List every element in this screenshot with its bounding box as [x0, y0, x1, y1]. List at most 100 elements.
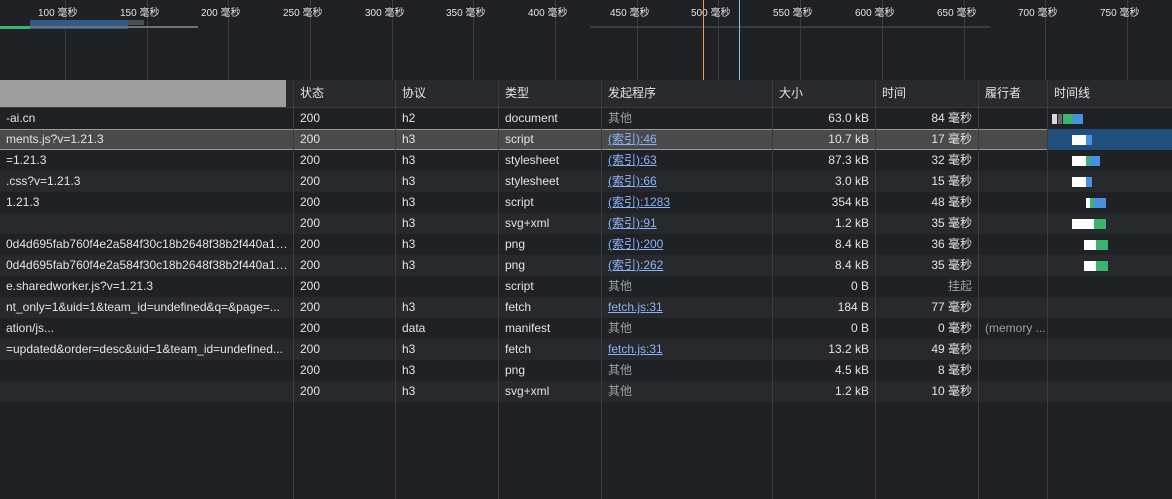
time-cell: 挂起 — [947, 279, 972, 293]
timeline-overview[interactable]: 100 毫秒 150 毫秒 200 毫秒 250 毫秒 300 毫秒 350 毫秒 400 … — [0, 0, 1172, 80]
dom-content-loaded-marker — [703, 0, 704, 80]
type-cell: fetch — [505, 342, 532, 356]
waterfall-segment — [1073, 114, 1083, 124]
waterfall-cell — [1048, 255, 1172, 276]
table-row[interactable]: ments.js?v=1.21.3 200 h3 script (索引):46 10.7 … — [0, 129, 1172, 150]
time-cell: 32 毫秒 — [931, 153, 972, 167]
request-name-cell: .css?v=1.21.3 — [6, 174, 81, 188]
table-row[interactable]: 0d4d695fab760f4e2a584f30c18b2648f38b2f44… — [0, 234, 1172, 255]
column-header-time[interactable]: 时间 — [876, 80, 978, 107]
overview-tick-label: 100 毫秒 — [38, 8, 78, 19]
protocol-cell: h3 — [402, 363, 416, 377]
size-cell: 63.0 kB — [828, 111, 869, 125]
column-header-protocol[interactable]: 协议 — [396, 80, 500, 107]
table-row[interactable]: =updated&order=desc&uid=1&team_id=undefi… — [0, 339, 1172, 360]
column-header-name[interactable] — [0, 80, 286, 107]
waterfall-cell — [1048, 339, 1172, 360]
overview-tick-label: 350 毫秒 — [446, 8, 486, 19]
type-cell: svg+xml — [505, 216, 550, 230]
status-cell: 200 — [300, 321, 321, 335]
initiator-cell[interactable]: (索引):91 — [602, 213, 772, 234]
fulfilled-by-cell — [979, 276, 1047, 297]
table-row[interactable]: nt_only=1&uid=1&team_id=undefined&q=&pag… — [0, 297, 1172, 318]
waterfall-segment — [1058, 114, 1062, 124]
column-header-size[interactable]: 大小 — [773, 80, 875, 107]
overview-tick-label: 450 毫秒 — [610, 8, 650, 19]
status-cell: 200 — [300, 216, 321, 230]
overview-request-bar — [0, 26, 30, 29]
time-cell: 10 毫秒 — [931, 384, 972, 398]
initiator-cell[interactable]: (索引):66 — [602, 171, 772, 192]
overview-tick-label: 300 毫秒 — [365, 8, 405, 19]
status-cell: 200 — [300, 258, 321, 272]
type-cell: script — [505, 132, 534, 146]
initiator-cell[interactable]: (索引):46 — [602, 129, 772, 150]
waterfall-segment — [1086, 177, 1092, 187]
table-header: 状态 协议 类型 发起程序 大小 时间 履行者 时间线 — [0, 80, 1172, 108]
table-row[interactable]: ation/js... 200 data manifest 其他 0 B 0 毫秒 (memo… — [0, 318, 1172, 339]
protocol-cell: h3 — [402, 195, 416, 209]
overview-tick-label: 650 毫秒 — [937, 8, 977, 19]
waterfall-cell — [1048, 381, 1172, 402]
type-cell: manifest — [505, 321, 551, 335]
table-row[interactable]: .css?v=1.21.3 200 h3 stylesheet (索引):66 3.0 k… — [0, 171, 1172, 192]
table-row[interactable]: 200 h3 svg+xml 其他 1.2 kB 10 毫秒 — [0, 381, 1172, 402]
size-cell: 1.2 kB — [834, 384, 869, 398]
initiator-cell[interactable]: (索引):63 — [602, 150, 772, 171]
protocol-cell: h3 — [402, 342, 416, 356]
request-name-cell: 0d4d695fab760f4e2a584f30c18b2648f38b2f44… — [6, 258, 293, 272]
protocol-cell: h2 — [402, 111, 416, 125]
table-row[interactable]: e.sharedworker.js?v=1.21.3 200 script 其他 0 B… — [0, 276, 1172, 297]
time-cell: 48 毫秒 — [931, 195, 972, 209]
initiator-cell[interactable]: (索引):262 — [602, 255, 772, 276]
status-cell: 200 — [300, 111, 321, 125]
column-header-type[interactable]: 类型 — [499, 80, 601, 107]
waterfall-segment — [1094, 198, 1106, 208]
type-cell: script — [505, 279, 534, 293]
protocol-cell: h3 — [402, 237, 416, 251]
table-row[interactable]: =1.21.3 200 h3 stylesheet (索引):63 87.3 kB 32 毫… — [0, 150, 1172, 171]
waterfall-cell — [1048, 318, 1172, 339]
waterfall-segment — [1090, 156, 1100, 166]
network-request-table: 状态 协议 类型 发起程序 大小 时间 履行者 时间线 -ai.cn 200 h2 d… — [0, 80, 1172, 499]
waterfall-cell — [1048, 129, 1172, 150]
overview-tick-label: 600 毫秒 — [855, 8, 895, 19]
waterfall-cell — [1048, 213, 1172, 234]
overview-tick-label: 500 毫秒 — [691, 8, 731, 19]
column-header-waterfall[interactable]: 时间线 — [1048, 80, 1172, 107]
status-cell: 200 — [300, 363, 321, 377]
fulfilled-by-cell — [979, 213, 1047, 234]
table-row[interactable]: 200 h3 png 其他 4.5 kB 8 毫秒 — [0, 360, 1172, 381]
fulfilled-by-cell: (memory ... — [985, 321, 1046, 335]
request-name-cell: ments.js?v=1.21.3 — [6, 132, 104, 146]
time-cell: 36 毫秒 — [931, 237, 972, 251]
column-header-initiator[interactable]: 发起程序 — [602, 80, 774, 107]
initiator-cell: 其他 — [608, 321, 633, 335]
initiator-cell[interactable]: fetch.js:31 — [602, 297, 772, 318]
waterfall-segment — [1063, 114, 1073, 124]
column-header-fulfilled-by[interactable]: 履行者 — [979, 80, 1047, 107]
status-cell: 200 — [300, 132, 321, 146]
type-cell: stylesheet — [505, 153, 560, 167]
initiator-cell: 其他 — [608, 279, 633, 293]
time-cell: 77 毫秒 — [931, 300, 972, 314]
table-row[interactable]: 200 h3 svg+xml (索引):91 1.2 kB 35 毫秒 — [0, 213, 1172, 234]
request-name-cell: 1.21.3 — [6, 195, 40, 209]
time-cell: 8 毫秒 — [937, 363, 972, 377]
size-cell: 13.2 kB — [828, 342, 869, 356]
protocol-cell: h3 — [402, 300, 416, 314]
table-row[interactable]: -ai.cn 200 h2 document 其他 63.0 kB 84 毫秒 — [0, 108, 1172, 129]
status-cell: 200 — [300, 342, 321, 356]
type-cell: script — [505, 195, 534, 209]
table-row[interactable]: 0d4d695fab760f4e2a584f30c18b2648f38b2f44… — [0, 255, 1172, 276]
initiator-cell[interactable]: (索引):200 — [602, 234, 772, 255]
size-cell: 3.0 kB — [834, 174, 869, 188]
size-cell: 10.7 kB — [828, 132, 869, 146]
waterfall-segment — [1072, 177, 1086, 187]
column-header-status[interactable]: 状态 — [294, 80, 396, 107]
protocol-cell: h3 — [402, 153, 416, 167]
table-row[interactable]: 1.21.3 200 h3 script (索引):1283 354 kB 48 毫秒 — [0, 192, 1172, 213]
initiator-cell: 其他 — [608, 111, 633, 125]
initiator-cell[interactable]: (索引):1283 — [602, 192, 772, 213]
initiator-cell[interactable]: fetch.js:31 — [602, 339, 772, 360]
